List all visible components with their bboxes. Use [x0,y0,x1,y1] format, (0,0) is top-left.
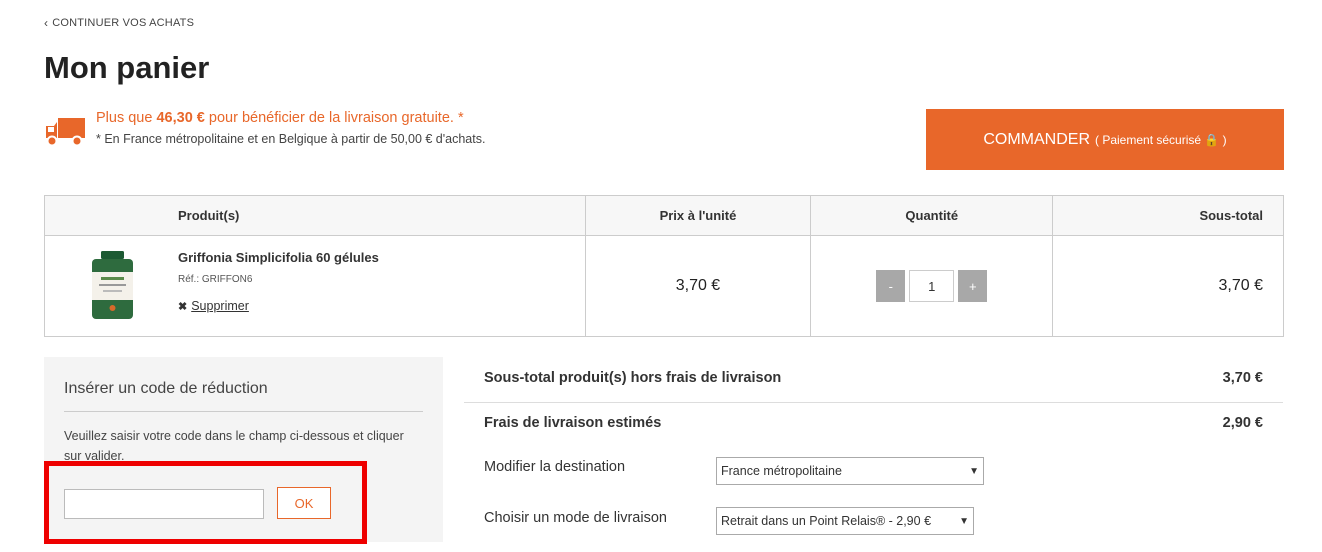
delivery-mode-select[interactable]: Retrait dans un Point Relais® - 2,90 € ▼ [716,507,974,535]
checkout-button[interactable]: COMMANDER ( Paiement sécurisé 🔒 ) [926,109,1284,170]
checkout-label: COMMANDER [983,130,1090,148]
quantity-stepper: - + [811,270,1052,302]
shipping-remaining-amount: 46,30 € [156,110,205,126]
product-image[interactable] [89,250,136,322]
secure-payment-label: ( Paiement sécurisé 🔒 ) [1095,132,1227,147]
remove-label: Supprimer [191,299,249,313]
promo-code-panel: Insérer un code de réduction Veuillez sa… [44,357,443,542]
product-name[interactable]: Griffonia Simplicifolia 60 gélules [178,250,379,265]
subtotal-row: Sous-total produit(s) hors frais de livr… [464,370,1283,386]
close-icon: ✖ [178,300,188,313]
chevron-left-icon: ‹ [44,16,49,30]
continue-shopping-link[interactable]: ‹ CONTINUER VOS ACHATS [44,16,194,30]
free-shipping-banner: Plus que 46,30 € pour bénéficier de la l… [44,110,485,150]
truck-icon [46,118,85,147]
quantity-increase-button[interactable]: + [958,270,988,302]
promo-title: Insérer un code de réduction [64,380,268,397]
quantity-cell: - + [810,235,1054,337]
destination-value: France métropolitaine [721,464,842,478]
page-title: Mon panier [44,50,210,85]
header-subtotal: Sous-total [1052,195,1284,236]
header-quantity: Quantité [810,195,1054,236]
promo-description: Veuillez saisir votre code dans le champ… [64,429,404,463]
chevron-down-icon: ▼ [959,515,969,527]
destination-select[interactable]: France métropolitaine ▼ [716,457,984,485]
item-subtotal: 3,70 € [1052,235,1284,337]
header-unit-price: Prix à l'unité [584,195,812,236]
continue-shopping-label: CONTINUER VOS ACHATS [52,17,195,29]
subtotal-value: 3,70 € [1222,370,1263,386]
remove-item-button[interactable]: ✖ Supprimer [178,299,379,313]
cart-table: Produit(s) Prix à l'unité Quantité Sous-… [44,195,1284,337]
quantity-input[interactable] [909,270,955,302]
cart-header-row: Produit(s) Prix à l'unité Quantité Sous-… [44,195,1284,236]
destination-label: Modifier la destination [484,459,626,475]
shipping-cost-row: Frais de livraison estimés 2,90 € [464,415,1283,431]
quantity-decrease-button[interactable]: - [876,270,906,302]
subtotal-label: Sous-total produit(s) hors frais de livr… [484,370,782,386]
chevron-down-icon: ▼ [969,465,979,477]
promo-code-input[interactable] [64,489,264,519]
shipping-cost-label: Frais de livraison estimés [484,415,662,431]
unit-price: 3,70 € [584,235,812,337]
shipping-cost-value: 2,90 € [1222,415,1263,431]
summary-divider [464,402,1283,403]
free-shipping-note: * En France métropolitaine et en Belgiqu… [96,132,486,146]
shipping-prefix: Plus que [96,110,157,126]
cart-item-row: Griffonia Simplicifolia 60 gélules Réf.:… [44,235,1284,337]
promo-divider [64,411,423,412]
product-cell: Griffonia Simplicifolia 60 gélules Réf.:… [44,235,586,337]
shipping-suffix: pour bénéficier de la livraison gratuite… [204,110,464,126]
delivery-mode-label: Choisir un mode de livraison [484,510,667,526]
free-shipping-message: Plus que 46,30 € pour bénéficier de la l… [96,110,485,126]
header-product: Produit(s) [44,195,586,236]
delivery-mode-value: Retrait dans un Point Relais® - 2,90 € [721,514,932,528]
product-ref: Réf.: GRIFFON6 [178,274,253,285]
promo-ok-button[interactable]: OK [277,487,331,519]
